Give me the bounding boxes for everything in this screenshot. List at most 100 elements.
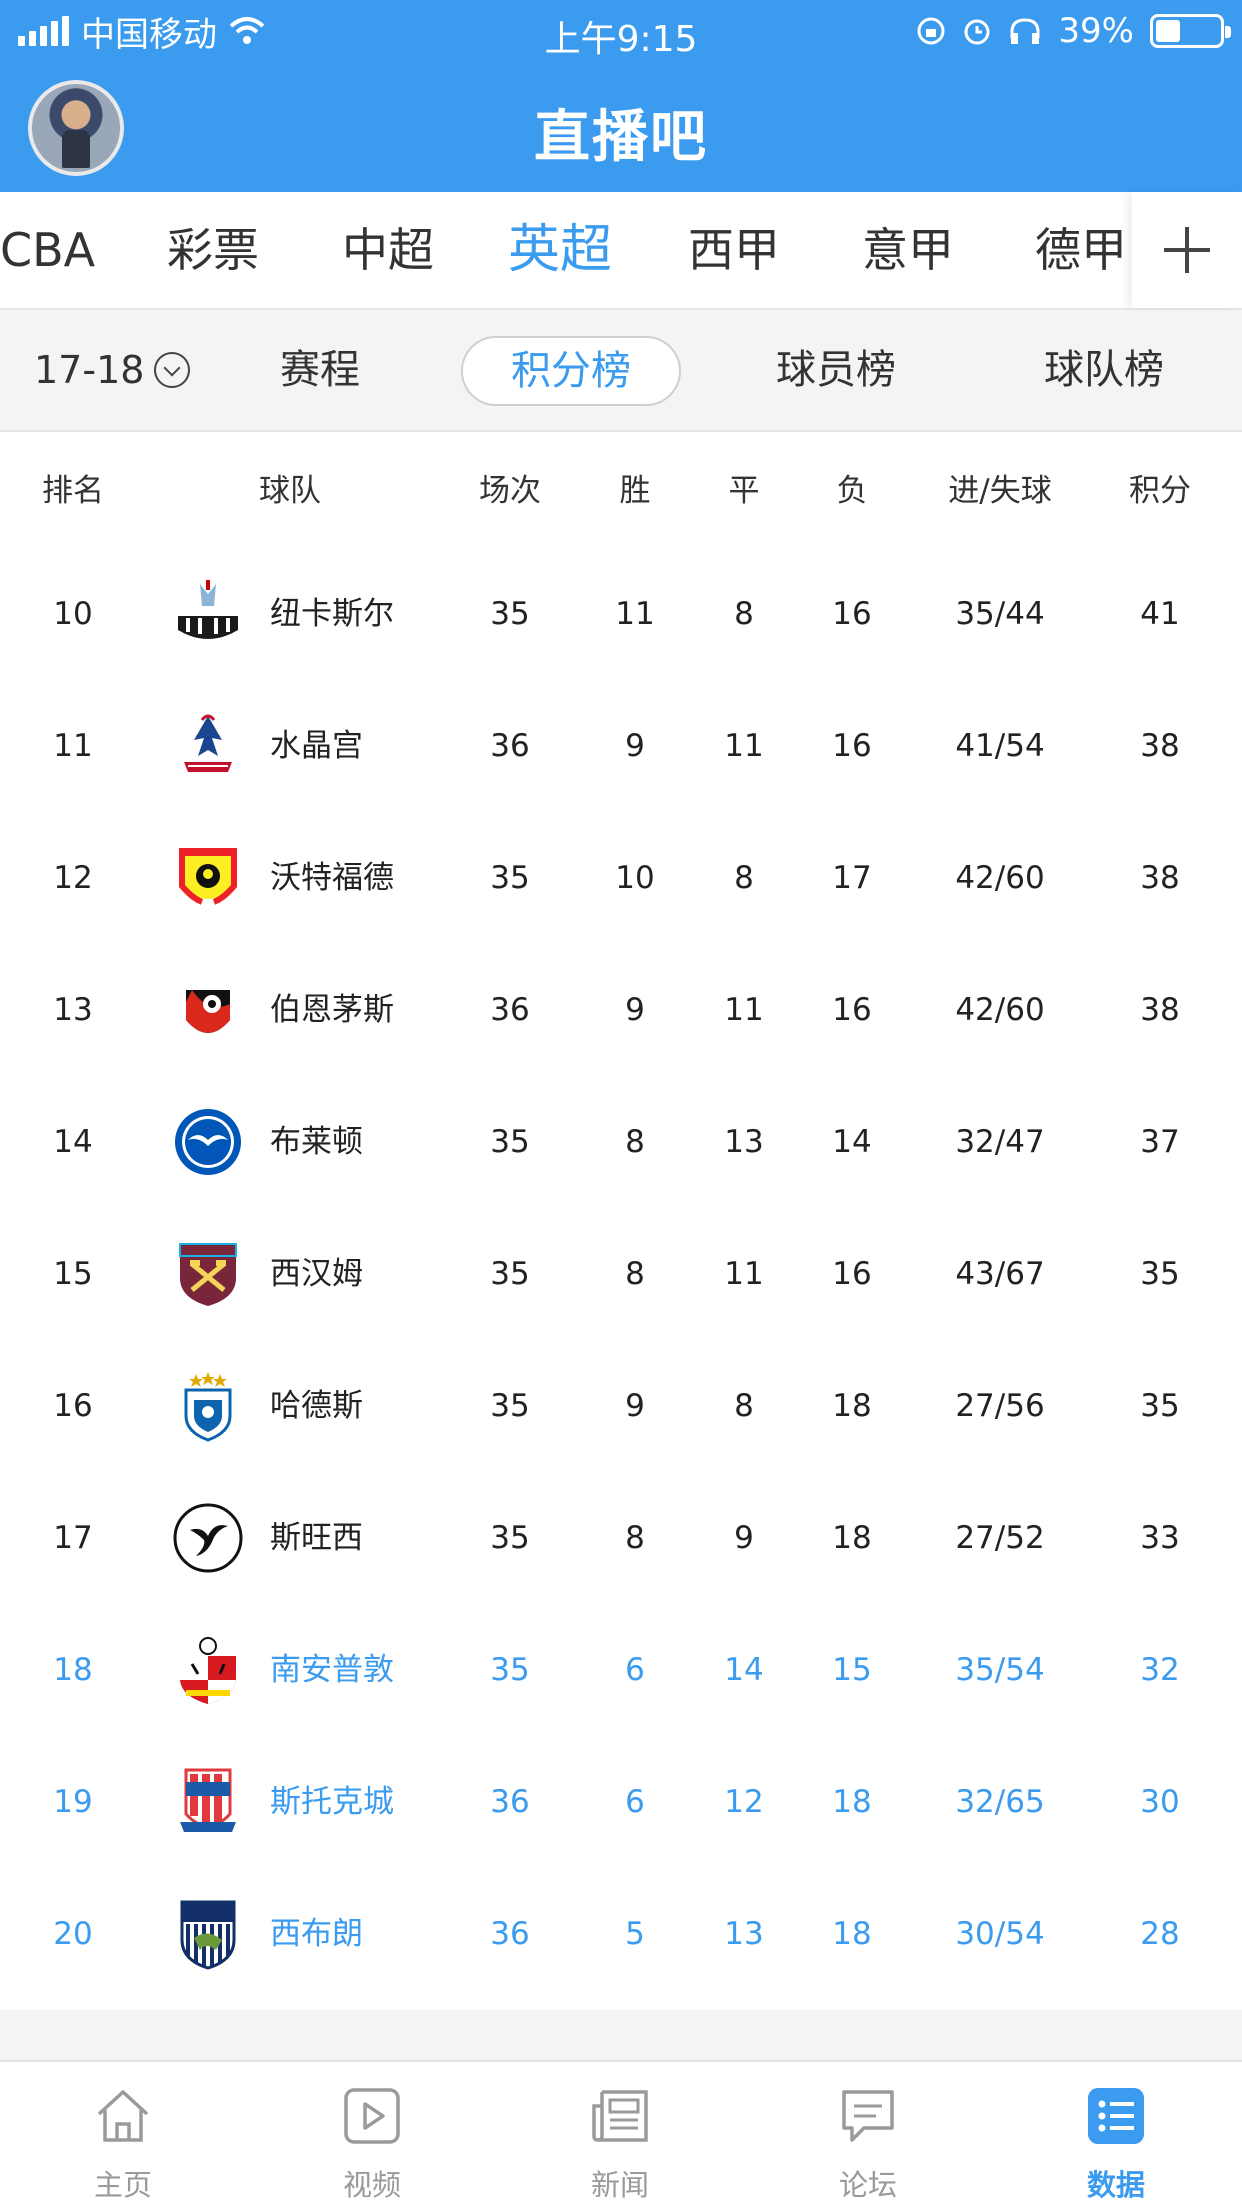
table-row[interactable]: 14 布莱顿 35 8 13 14 32/47 37 bbox=[0, 1076, 1242, 1208]
points-cell: 38 bbox=[1140, 728, 1180, 764]
standings-header: 排名 球队 场次 胜 平 负 进/失球 积分 bbox=[0, 434, 1242, 548]
tab-csl[interactable]: 中超 bbox=[342, 192, 434, 308]
team-name-cell: 纽卡斯尔 bbox=[270, 596, 394, 632]
drawn-cell: 9 bbox=[734, 1520, 754, 1556]
played-cell: 35 bbox=[490, 860, 530, 896]
tab-lottery[interactable]: 彩票 bbox=[167, 192, 259, 308]
tab-team-rankings[interactable]: 球队榜 bbox=[1044, 310, 1164, 430]
points-cell: 35 bbox=[1140, 1256, 1180, 1292]
tab-la-liga[interactable]: 西甲 bbox=[688, 192, 780, 308]
huddersfield-crest-icon bbox=[172, 1370, 244, 1442]
add-league-button[interactable] bbox=[1132, 192, 1242, 308]
played-cell: 35 bbox=[490, 1124, 530, 1160]
won-cell: 6 bbox=[625, 1784, 645, 1820]
table-row[interactable]: 10 纽卡斯尔 35 11 8 16 35/44 41 bbox=[0, 548, 1242, 680]
won-cell: 9 bbox=[625, 992, 645, 1028]
tab-bundesliga[interactable]: 德甲 bbox=[1035, 192, 1127, 308]
drawn-cell: 12 bbox=[724, 1784, 764, 1820]
season-selector[interactable]: 17-18 bbox=[34, 310, 191, 430]
played-cell: 35 bbox=[490, 1388, 530, 1424]
status-right: 39% bbox=[916, 10, 1231, 52]
nav-forum[interactable]: 论坛 bbox=[788, 2062, 948, 2208]
home-icon bbox=[97, 2090, 149, 2142]
headphones-icon bbox=[1010, 18, 1040, 44]
played-cell: 36 bbox=[490, 728, 530, 764]
nav-home-label: 主页 bbox=[93, 2168, 152, 2202]
header-drawn: 平 bbox=[728, 473, 760, 509]
alarm-icon bbox=[964, 19, 990, 45]
lost-cell: 17 bbox=[832, 860, 872, 896]
won-cell: 10 bbox=[615, 860, 655, 896]
bottom-nav: 主页 视频 新闻 论坛 数据 bbox=[0, 2060, 1242, 2208]
team-name-cell: 哈德斯 bbox=[270, 1388, 363, 1424]
lost-cell: 18 bbox=[832, 1784, 872, 1820]
goals-cell: 27/52 bbox=[955, 1520, 1045, 1556]
drawn-cell: 13 bbox=[724, 1124, 764, 1160]
tab-schedule[interactable]: 赛程 bbox=[280, 310, 360, 430]
nav-data[interactable]: 数据 bbox=[1036, 2062, 1196, 2208]
points-cell: 41 bbox=[1140, 596, 1180, 632]
table-row[interactable]: 12 沃特福德 35 10 8 17 42/60 38 bbox=[0, 812, 1242, 944]
table-row[interactable]: 15 西汉姆 35 8 11 16 43/67 35 bbox=[0, 1208, 1242, 1340]
season-label: 17-18 bbox=[34, 348, 145, 392]
lost-cell: 14 bbox=[832, 1124, 872, 1160]
tab-player-rankings[interactable]: 球员榜 bbox=[776, 310, 896, 430]
team-name-cell: 南安普敦 bbox=[270, 1652, 394, 1688]
bournemouth-crest-icon bbox=[172, 974, 244, 1046]
drawn-cell: 13 bbox=[724, 1916, 764, 1952]
played-cell: 35 bbox=[490, 1652, 530, 1688]
table-row[interactable]: 13 伯恩茅斯 36 9 11 16 42/60 38 bbox=[0, 944, 1242, 1076]
drawn-cell: 8 bbox=[734, 1388, 754, 1424]
list-footer-band bbox=[0, 2010, 1242, 2060]
table-row[interactable]: 16 哈德斯 35 9 8 18 27/56 35 bbox=[0, 1340, 1242, 1472]
won-cell: 11 bbox=[615, 596, 655, 632]
rank-cell: 18 bbox=[53, 1652, 93, 1688]
stoke-crest-icon bbox=[172, 1766, 244, 1838]
tab-standings[interactable]: 积分榜 bbox=[461, 336, 681, 406]
table-row[interactable]: 17 斯旺西 35 8 9 18 27/52 33 bbox=[0, 1472, 1242, 1604]
won-cell: 5 bbox=[625, 1916, 645, 1952]
played-cell: 35 bbox=[490, 1256, 530, 1292]
forum-icon bbox=[842, 2090, 894, 2142]
goals-cell: 27/56 bbox=[955, 1388, 1045, 1424]
header-played: 场次 bbox=[479, 473, 541, 509]
points-cell: 37 bbox=[1140, 1124, 1180, 1160]
header-goals: 进/失球 bbox=[948, 473, 1052, 509]
drawn-cell: 8 bbox=[734, 860, 754, 896]
tab-premier-league[interactable]: 英超 bbox=[508, 192, 612, 308]
lost-cell: 15 bbox=[832, 1652, 872, 1688]
team-name-cell: 沃特福德 bbox=[270, 860, 394, 896]
lost-cell: 16 bbox=[832, 596, 872, 632]
lost-cell: 18 bbox=[832, 1388, 872, 1424]
rank-cell: 13 bbox=[53, 992, 93, 1028]
table-row[interactable]: 20 西布朗 36 5 13 18 30/54 28 bbox=[0, 1868, 1242, 2000]
west-ham-crest-icon bbox=[172, 1238, 244, 1310]
tab-cba[interactable]: CBA bbox=[0, 192, 95, 308]
nav-home[interactable]: 主页 bbox=[43, 2062, 203, 2208]
rank-cell: 15 bbox=[53, 1256, 93, 1292]
rank-cell: 16 bbox=[53, 1388, 93, 1424]
table-row[interactable]: 11 水晶宫 36 9 11 16 41/54 38 bbox=[0, 680, 1242, 812]
points-cell: 32 bbox=[1140, 1652, 1180, 1688]
points-cell: 38 bbox=[1140, 992, 1180, 1028]
rank-cell: 20 bbox=[53, 1916, 93, 1952]
played-cell: 35 bbox=[490, 1520, 530, 1556]
goals-cell: 43/67 bbox=[955, 1256, 1045, 1292]
lost-cell: 16 bbox=[832, 1256, 872, 1292]
nav-video[interactable]: 视频 bbox=[292, 2062, 452, 2208]
goals-cell: 30/54 bbox=[955, 1916, 1045, 1952]
nav-news[interactable]: 新闻 bbox=[540, 2062, 700, 2208]
team-name-cell: 布莱顿 bbox=[270, 1124, 363, 1160]
team-name-cell: 斯旺西 bbox=[270, 1520, 363, 1556]
data-icon bbox=[1088, 2088, 1144, 2144]
tab-serie-a[interactable]: 意甲 bbox=[862, 192, 954, 308]
table-row[interactable]: 19 斯托克城 36 6 12 18 32/65 30 bbox=[0, 1736, 1242, 1868]
won-cell: 6 bbox=[625, 1652, 645, 1688]
lost-cell: 16 bbox=[832, 992, 872, 1028]
nav-video-label: 视频 bbox=[342, 2168, 401, 2202]
chevron-down-icon bbox=[154, 352, 191, 388]
goals-cell: 32/65 bbox=[955, 1784, 1045, 1820]
points-cell: 28 bbox=[1140, 1916, 1180, 1952]
table-row[interactable]: 18 南安普敦 35 6 14 15 35/54 32 bbox=[0, 1604, 1242, 1736]
nav-data-label: 数据 bbox=[1086, 2168, 1145, 2202]
